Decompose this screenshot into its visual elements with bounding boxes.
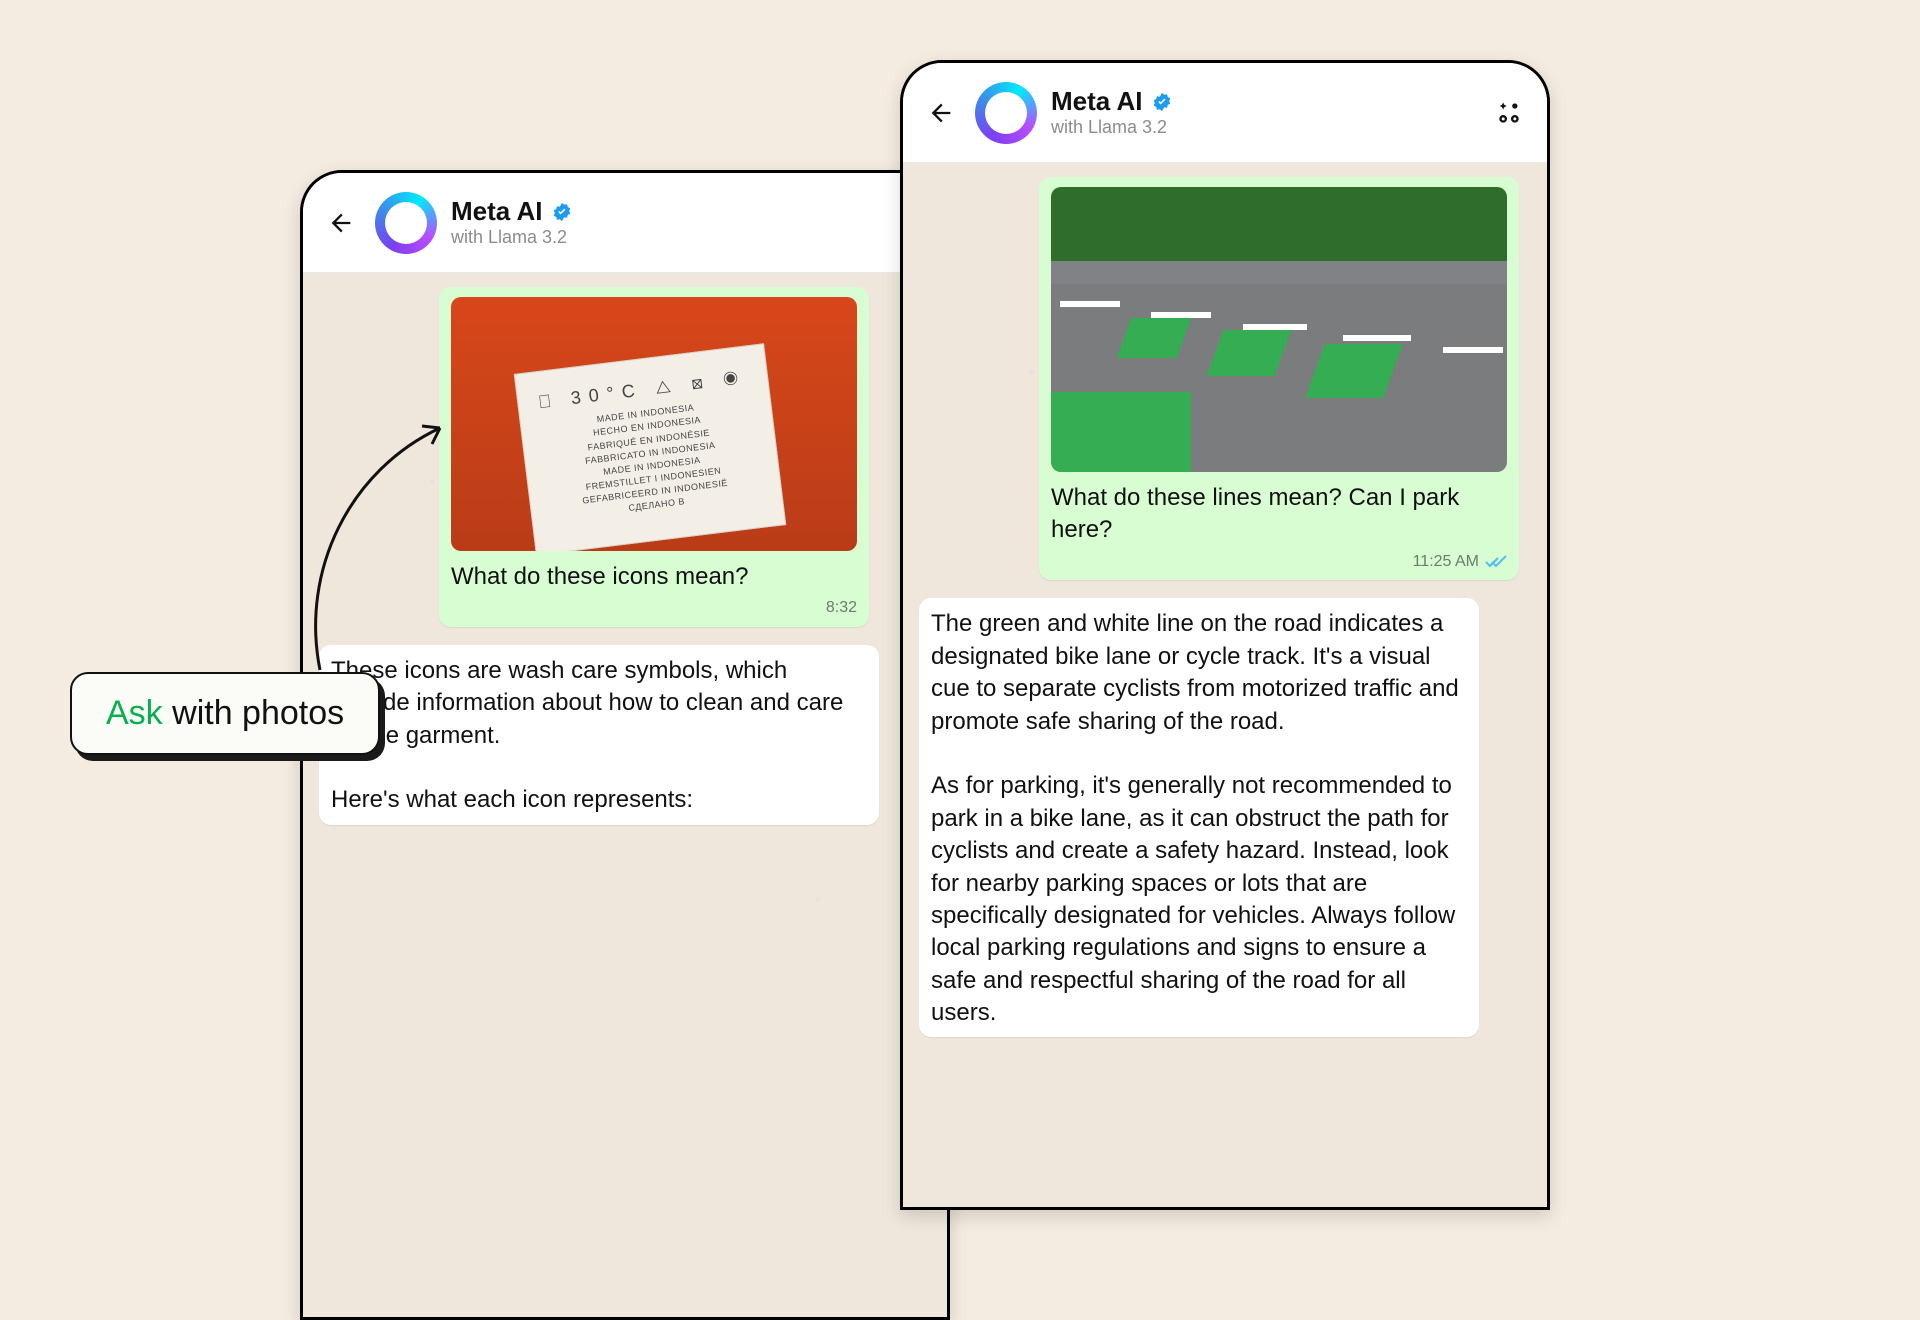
chat-title: Meta AI bbox=[451, 197, 543, 227]
chat-title-block[interactable]: Meta AI with Llama 3.2 bbox=[1051, 87, 1173, 138]
sent-message[interactable]: What do these lines mean? Can I park her… bbox=[1039, 177, 1519, 580]
sent-caption: What do these lines mean? Can I park her… bbox=[1051, 482, 1507, 547]
chat-title-block[interactable]: Meta AI with Llama 3.2 bbox=[451, 197, 573, 248]
phone-left: Meta AI with Llama 3.2 ⎕ 30°C △ ⊠ ◉ MADE… bbox=[300, 170, 950, 1320]
sent-message[interactable]: ⎕ 30°C △ ⊠ ◉ MADE IN INDONESIA HECHO EN … bbox=[439, 287, 869, 627]
ask-with-photos-callout: Ask with photos bbox=[70, 672, 380, 755]
received-message[interactable]: These icons are wash care symbols, which… bbox=[319, 645, 879, 825]
read-receipt-icon bbox=[1485, 554, 1507, 570]
chat-body[interactable]: ⎕ 30°C △ ⊠ ◉ MADE IN INDONESIA HECHO EN … bbox=[303, 273, 947, 1317]
received-text: The green and white line on the road ind… bbox=[931, 608, 1467, 1029]
ai-options-button[interactable] bbox=[1489, 93, 1529, 133]
callout-rest: with photos bbox=[163, 694, 344, 732]
chat-header: Meta AI with Llama 3.2 bbox=[903, 63, 1547, 163]
sparkle-dots-icon bbox=[1495, 98, 1523, 128]
sent-caption: What do these icons mean? bbox=[451, 561, 857, 593]
back-button[interactable] bbox=[921, 93, 961, 133]
sent-image[interactable]: ⎕ 30°C △ ⊠ ◉ MADE IN INDONESIA HECHO EN … bbox=[451, 297, 857, 551]
chat-subtitle: with Llama 3.2 bbox=[1051, 117, 1173, 138]
sent-image[interactable] bbox=[1051, 187, 1507, 472]
meta-ai-avatar[interactable] bbox=[375, 192, 437, 254]
meta-ai-avatar[interactable] bbox=[975, 82, 1037, 144]
phone-right: Meta AI with Llama 3.2 bbox=[900, 60, 1550, 1210]
arrow-left-icon bbox=[927, 99, 955, 127]
chat-body[interactable]: What do these lines mean? Can I park her… bbox=[903, 163, 1547, 1207]
phone-depth-edge bbox=[1547, 73, 1550, 1210]
sent-time: 11:25 AM bbox=[1413, 551, 1479, 573]
received-text: These icons are wash care symbols, which… bbox=[331, 655, 867, 817]
chat-subtitle: with Llama 3.2 bbox=[451, 227, 573, 248]
callout-accent: Ask bbox=[106, 694, 163, 732]
chat-title: Meta AI bbox=[1051, 87, 1143, 117]
verified-icon bbox=[1151, 91, 1173, 113]
received-message[interactable]: The green and white line on the road ind… bbox=[919, 598, 1479, 1037]
sent-time: 8:32 bbox=[826, 597, 857, 619]
arrow-left-icon bbox=[327, 209, 355, 237]
chat-header: Meta AI with Llama 3.2 bbox=[303, 173, 947, 273]
verified-icon bbox=[551, 201, 573, 223]
back-button[interactable] bbox=[321, 203, 361, 243]
